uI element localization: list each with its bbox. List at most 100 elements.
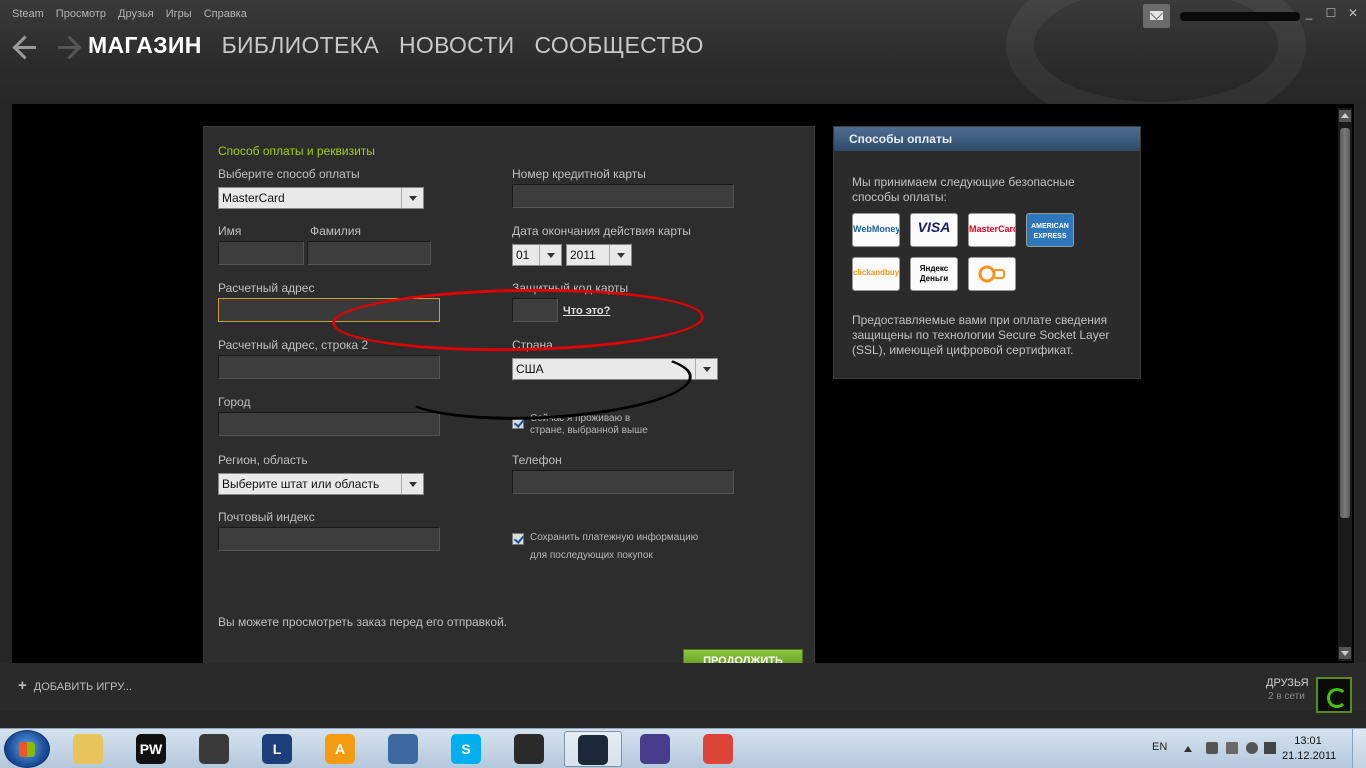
close-button[interactable]: ✕ xyxy=(1346,6,1360,20)
scroll-thumb[interactable] xyxy=(1340,128,1350,518)
zip-input[interactable] xyxy=(218,527,440,551)
billing-address-label: Расчетный адрес xyxy=(218,281,315,295)
taskbar-app-bittorrent[interactable] xyxy=(627,731,685,767)
steam-header: Steam Просмотр Друзья Игры Справка МАГАЗ… xyxy=(0,0,1366,130)
review-note: Вы можете просмотреть заказ перед его от… xyxy=(218,615,508,629)
mastercard-logo: MasterCard xyxy=(968,213,1016,247)
region-label: Регион, область xyxy=(218,453,308,467)
security-code-label: Защитный код карты xyxy=(512,281,629,295)
ssl-note: Предоставляемые вами при оплате сведения… xyxy=(852,313,1110,357)
expiry-year-value: 2011 xyxy=(570,248,596,262)
expiry-label: Дата окончания действия карты xyxy=(512,224,691,238)
mail-icon[interactable] xyxy=(1143,4,1170,28)
nav-community[interactable]: СООБЩЕСТВО xyxy=(535,32,704,59)
payment-methods-intro: Мы принимаем следующие безопасные способ… xyxy=(852,175,1075,204)
qiwi-logo xyxy=(968,257,1016,291)
scroll-up-icon[interactable] xyxy=(1339,110,1351,122)
last-name-label: Фамилия xyxy=(310,224,361,238)
phone-input[interactable] xyxy=(512,470,734,494)
chrome-icon xyxy=(703,734,733,764)
steam-footer: + ДОБАВИТЬ ИГРУ... ДРУЗЬЯ 2 в сети xyxy=(0,663,1366,713)
maximize-button[interactable]: ☐ xyxy=(1324,6,1338,20)
billing-address2-label: Расчетный адрес, строка 2 xyxy=(218,338,369,352)
chevron-down-icon xyxy=(401,474,423,494)
billing-form: Способ оплаты и реквизиты Выберите спосо… xyxy=(203,126,815,663)
menu-steam[interactable]: Steam xyxy=(12,8,44,20)
payment-method-value: MasterCard xyxy=(222,191,285,205)
taskbar-app-perfect-world[interactable]: PW xyxy=(123,731,181,767)
first-name-input[interactable] xyxy=(218,241,304,265)
continue-button[interactable]: ПРОДОЛЖИТЬ xyxy=(683,649,803,663)
language-indicator[interactable]: EN xyxy=(1152,741,1167,753)
steam-icon xyxy=(578,735,608,765)
show-desktop-button[interactable] xyxy=(1352,729,1366,768)
chevron-down-icon xyxy=(695,359,717,379)
whats-this-link[interactable]: Что это? xyxy=(563,305,610,317)
content-scrollbar[interactable] xyxy=(1338,108,1352,661)
taskbar-app-aimp[interactable]: A xyxy=(312,731,370,767)
device-icon[interactable] xyxy=(1206,742,1218,754)
window-controls: _ ☐ ✕ xyxy=(1302,6,1360,20)
save-info-checkbox[interactable] xyxy=(512,533,524,545)
power-icon[interactable] xyxy=(1264,742,1276,754)
taskbar-app-counter-strike[interactable] xyxy=(501,731,559,767)
expiry-month-value: 01 xyxy=(516,248,530,262)
store-content: Способ оплаты и реквизиты Выберите спосо… xyxy=(12,104,1354,663)
windows-taskbar: PW L A S EN 13:01 21.12.2011 xyxy=(0,728,1366,768)
taskbar-app-explorer[interactable] xyxy=(60,731,118,767)
minimize-button[interactable]: _ xyxy=(1302,6,1316,20)
clickandbuy-logo: clickandbuy xyxy=(852,257,900,291)
qiwi-icon xyxy=(978,265,1005,283)
chevron-down-icon xyxy=(539,245,561,265)
forward-arrow-icon[interactable] xyxy=(56,34,82,60)
yandex-money-logo: Яндекс Деньги xyxy=(910,257,958,291)
expiry-month-select[interactable]: 01 xyxy=(512,244,562,266)
last-name-input[interactable] xyxy=(307,241,431,265)
start-button[interactable] xyxy=(4,730,50,768)
resident-checkbox[interactable] xyxy=(512,417,524,429)
taskbar-app-skyrim[interactable] xyxy=(186,731,244,767)
history-nav xyxy=(12,34,82,60)
add-game-button[interactable]: + ДОБАВИТЬ ИГРУ... xyxy=(18,677,132,694)
nav-news[interactable]: НОВОСТИ xyxy=(399,32,515,59)
nav-store[interactable]: МАГАЗИН xyxy=(88,32,202,59)
taskbar-app-league-of-legends[interactable]: L xyxy=(249,731,307,767)
chevron-down-icon xyxy=(401,188,423,208)
menu-games[interactable]: Игры xyxy=(166,8,192,20)
country-select[interactable]: США xyxy=(512,358,718,380)
add-game-label: ДОБАВИТЬ ИГРУ... xyxy=(33,681,132,693)
card-number-input[interactable] xyxy=(512,184,734,208)
security-code-input[interactable] xyxy=(512,298,558,322)
friends-title[interactable]: ДРУЗЬЯ xyxy=(1266,677,1309,689)
taskbar-app-chrome[interactable] xyxy=(690,731,748,767)
billing-address-input[interactable] xyxy=(218,298,440,322)
back-arrow-icon[interactable] xyxy=(12,34,38,60)
expiry-year-select[interactable]: 2011 xyxy=(566,244,632,266)
chevron-down-icon xyxy=(609,245,631,265)
payment-method-select[interactable]: MasterCard xyxy=(218,187,424,209)
taskbar-app-teamspeak[interactable] xyxy=(375,731,433,767)
volume-icon[interactable] xyxy=(1246,742,1258,754)
username-redacted[interactable] xyxy=(1180,12,1300,21)
network-icon[interactable] xyxy=(1226,742,1238,754)
visa-logo: VISA xyxy=(910,213,958,247)
region-select[interactable]: Выберите штат или область xyxy=(218,473,424,495)
taskbar-app-steam[interactable] xyxy=(564,731,622,767)
league-of-legends-icon: L xyxy=(262,734,292,764)
phone-label: Телефон xyxy=(512,453,562,467)
system-clock[interactable]: 13:01 21.12.2011 xyxy=(1282,734,1337,764)
tray-expand-icon[interactable] xyxy=(1184,746,1192,752)
scroll-down-icon[interactable] xyxy=(1339,647,1351,659)
taskbar-app-skype[interactable]: S xyxy=(438,731,496,767)
billing-address2-input[interactable] xyxy=(218,355,440,379)
card-number-label: Номер кредитной карты xyxy=(512,167,646,181)
menu-friends[interactable]: Друзья xyxy=(118,8,154,20)
friends-avatar[interactable] xyxy=(1316,677,1352,713)
menu-view[interactable]: Просмотр xyxy=(56,8,106,20)
clock-date: 21.12.2011 xyxy=(1282,750,1337,762)
menu-bar: Steam Просмотр Друзья Игры Справка xyxy=(12,8,247,20)
resident-check-label: Сейчас я проживаю в стране, выбранной вы… xyxy=(530,413,648,436)
menu-help[interactable]: Справка xyxy=(204,8,247,20)
city-input[interactable] xyxy=(218,412,440,436)
nav-library[interactable]: БИБЛИОТЕКА xyxy=(222,32,379,59)
